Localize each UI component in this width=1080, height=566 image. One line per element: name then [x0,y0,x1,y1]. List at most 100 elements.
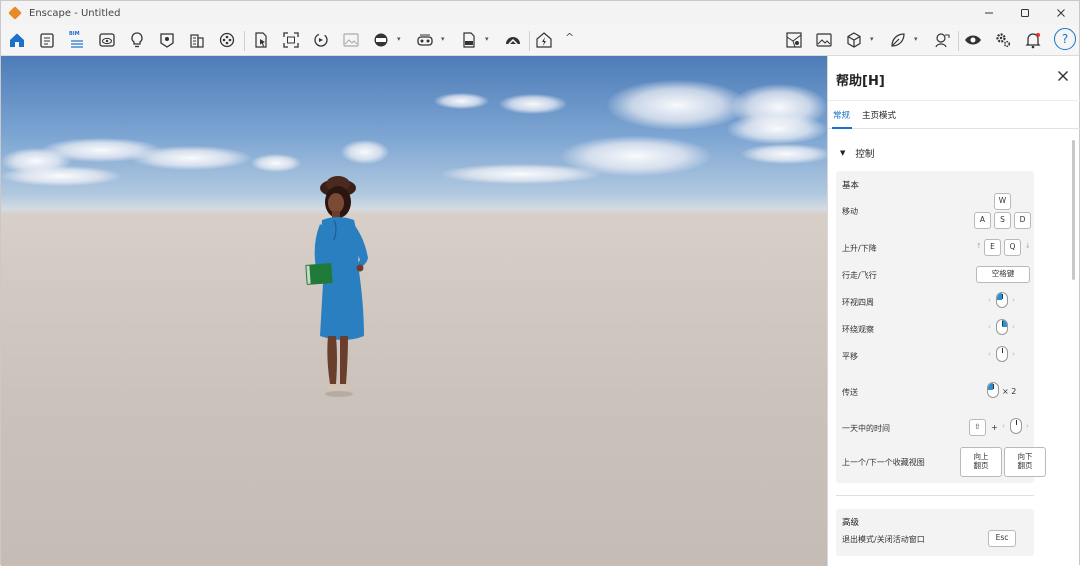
building-icon[interactable] [185,28,209,52]
location-pin-icon[interactable] [155,28,179,52]
mouse-left-click-icon [987,382,999,398]
key-e: E [984,239,1001,256]
cloud [341,140,389,164]
bim-icon[interactable]: BIM [65,28,89,52]
mouse-left-click-icon [996,292,1008,308]
close-icon[interactable] [1057,68,1069,86]
cloud [607,80,747,130]
help-icon[interactable]: ? [1054,28,1076,50]
panorama-dropdown-icon[interactable]: ▾ [397,35,401,43]
panel-scrollbar[interactable] [1072,140,1075,280]
notification-bell-icon[interactable] [1021,28,1045,52]
eye-view-icon[interactable] [961,28,985,52]
panorama-icon[interactable] [369,28,393,52]
bim-label: BIM [69,31,80,37]
up-arrow-icon: ↑ [976,242,982,250]
settings-gear-icon[interactable] [991,28,1015,52]
tab-home-mode[interactable]: 主页模式 [862,109,896,121]
controls-section-header[interactable]: ▼ 控制 [840,146,874,160]
export-file-icon[interactable] [249,28,273,52]
cloud [1,166,121,186]
cloud [741,144,827,164]
person-figure [305,176,368,397]
main-toolbar: BIM ▾ ▾ ▾ ^ ▾ ▾ ? [1,25,1079,56]
cloud [131,146,251,170]
vr-dropdown-icon[interactable]: ▾ [441,35,445,43]
visual-settings-icon[interactable] [812,28,836,52]
plus-sign: + [991,423,998,432]
advanced-controls-card: 高级 退出模式/关闭活动窗口 Esc [836,509,1034,556]
updown-label: 上升/下降 [842,244,877,253]
toolbar-separator [958,31,959,51]
advanced-title: 高级 [842,518,860,528]
collapse-toolbar-icon[interactable]: ^ [565,31,574,44]
exe-dropdown-icon[interactable]: ▾ [485,35,489,43]
material-editor-icon[interactable] [886,28,910,52]
tab-general[interactable]: 常规 [833,109,850,121]
home-icon[interactable] [5,28,29,52]
close-window-button[interactable] [1043,1,1079,25]
key-a: A [974,212,991,229]
key-space: 空格键 [976,266,1030,283]
panel-tabs: 常规 主页模式 [828,100,1080,129]
cloud [727,114,827,144]
teleport-multiplier: × 2 [1002,387,1017,396]
lookaround-label: 环视四周 [842,298,874,307]
orbit-label: 环绕观察 [842,325,874,334]
view-icon[interactable] [95,28,119,52]
controls-section-title: 控制 [855,149,875,160]
left-chevron-icon: ‹ [988,323,991,331]
render-viewport[interactable] [1,56,827,566]
maximize-button[interactable] [1007,1,1043,25]
web-standalone-icon[interactable] [501,28,525,52]
title-bar: Enscape - Untitled [1,1,1079,25]
right-chevron-icon: › [1012,296,1015,304]
move-label: 移动 [842,207,858,216]
left-chevron-icon: ‹ [988,296,991,304]
minimize-button[interactable] [971,1,1007,25]
batch-render-icon[interactable] [309,28,333,52]
light-icon[interactable] [125,28,149,52]
cloud [434,93,489,109]
cloud [499,94,567,114]
enscape-logo-icon [8,6,22,20]
toolbar-separator [529,31,530,51]
material-dropdown-icon[interactable]: ▾ [914,35,918,43]
help-panel: 帮助[H] 常规 主页模式 ▼ 控制 基本 移动 W A S D 上升/下降 ↑… [827,56,1080,566]
cloud [251,154,301,172]
key-w: W [994,193,1011,210]
exe-export-icon[interactable] [457,28,481,52]
left-chevron-icon: ‹ [988,350,991,358]
vr-headset-icon[interactable] [413,28,437,52]
teleport-label: 传送 [842,388,858,397]
key-shift-icon: ⇧ [969,419,986,436]
live-update-icon[interactable] [532,28,556,52]
right-chevron-icon: › [1012,323,1015,331]
window-title: Enscape - Untitled [29,7,121,19]
screenshot-icon[interactable] [279,28,303,52]
exit-mode-label: 退出模式/关闭活动窗口 [842,535,925,544]
key-d: D [1014,212,1031,229]
right-chevron-icon: › [1026,422,1029,430]
document-settings-icon[interactable] [35,28,59,52]
asset-library-icon[interactable] [842,28,866,52]
cloud [441,164,601,184]
app-window: Enscape - Untitled BIM ▾ ▾ ▾ ^ ▾ ▾ ? 帮助[… [0,0,1080,566]
mouse-right-click-icon [996,319,1008,335]
mouse-middle-click-icon [996,346,1008,362]
key-page-down: 向下 翻页 [1004,447,1046,477]
asset-dropdown-icon[interactable]: ▾ [870,35,874,43]
toolbar-separator [244,31,245,51]
timeofday-label: 一天中的时间 [842,424,890,433]
basic-title: 基本 [842,181,860,191]
section-divider [836,495,1034,496]
key-esc: Esc [988,530,1016,547]
key-page-up: 向上 翻页 [960,447,1002,477]
pan-label: 平移 [842,352,858,361]
image-gallery-icon[interactable] [339,28,363,52]
video-reel-icon[interactable] [215,28,239,52]
site-context-icon[interactable] [782,28,806,52]
right-chevron-icon: › [1012,350,1015,358]
active-tab-indicator [832,127,852,129]
collaborative-annotation-icon[interactable] [930,28,954,52]
